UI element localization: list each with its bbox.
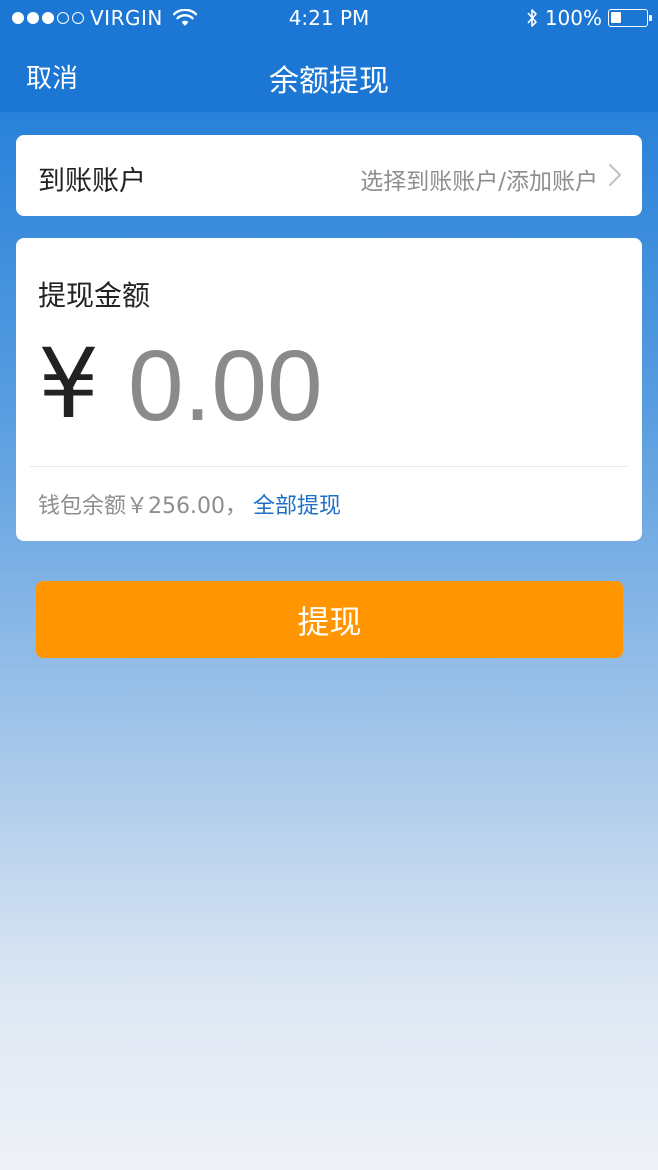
currency-symbol: ¥ <box>38 328 100 440</box>
nav-bar: 取消 余额提现 <box>0 36 658 112</box>
account-label: 到账账户 <box>38 166 146 197</box>
withdraw-button[interactable]: 提现 <box>36 581 623 658</box>
amount-card: 提现金额 ¥ 钱包余额￥256.00， 全部提现 <box>16 238 642 541</box>
battery-percent: 100% <box>544 6 602 30</box>
withdraw-all-link[interactable]: 全部提现 <box>253 488 341 520</box>
status-right: 100% <box>525 6 652 30</box>
page-title: 余额提现 <box>269 64 389 99</box>
balance-line: 钱包余额￥256.00， 全部提现 <box>38 488 341 520</box>
wallet-balance-text: 钱包余额￥256.00， <box>38 494 247 519</box>
amount-input[interactable] <box>128 334 608 438</box>
bluetooth-icon <box>527 9 537 27</box>
chevron-right-icon <box>608 163 622 187</box>
battery-tip <box>649 15 652 21</box>
battery-icon <box>608 9 652 27</box>
battery-fill <box>611 12 621 23</box>
account-select-value: 选择到账账户/添加账户 <box>360 169 598 195</box>
amount-label: 提现金额 <box>38 279 151 312</box>
divider <box>30 466 628 467</box>
account-row[interactable]: 到账账户 选择到账账户/添加账户 <box>16 135 642 216</box>
status-bar: VIRGIN 4:21 PM 100% <box>0 0 658 36</box>
